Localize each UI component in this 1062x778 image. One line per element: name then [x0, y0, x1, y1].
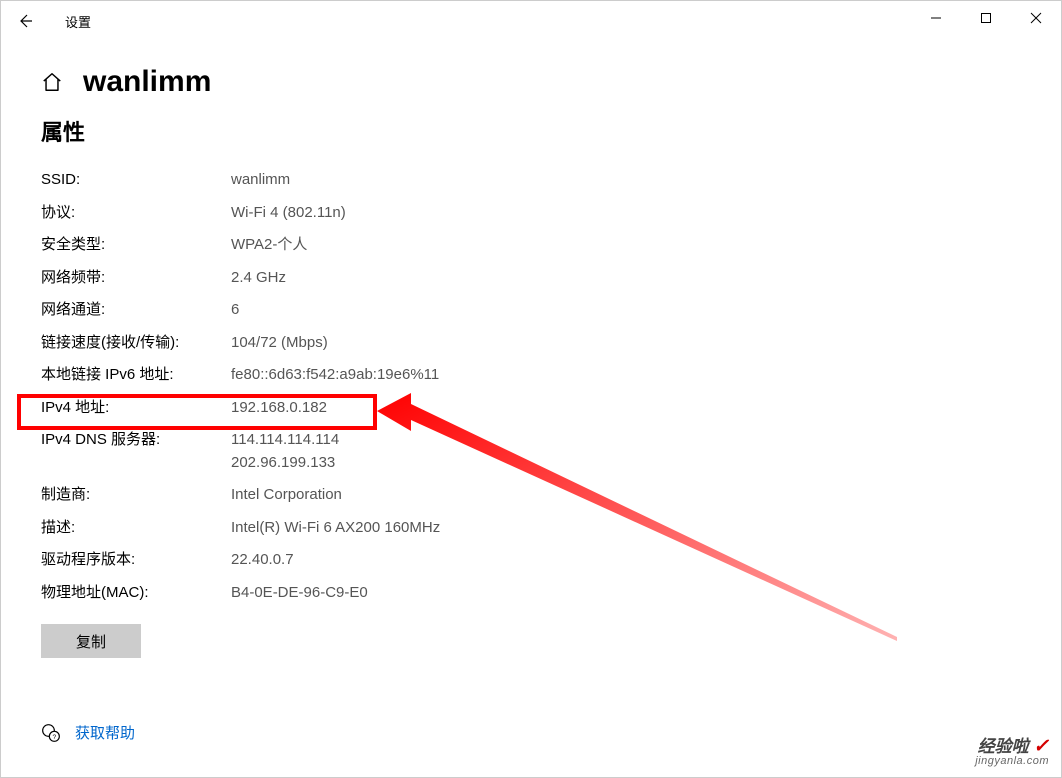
prop-label: 网络频带:	[41, 267, 231, 290]
close-button[interactable]	[1011, 1, 1061, 35]
section-title: 属性	[41, 115, 1021, 147]
content-area: wanlimm 属性 SSID: wanlimm 协议: Wi-Fi 4 (80…	[1, 41, 1061, 743]
prop-value: 22.40.0.7	[231, 549, 294, 572]
prop-row-manufacturer: 制造商: Intel Corporation	[41, 484, 1021, 507]
prop-row-ipv4: IPv4 地址: 192.168.0.182	[41, 397, 1021, 420]
back-button[interactable]	[13, 9, 37, 33]
prop-row-driver: 驱动程序版本: 22.40.0.7	[41, 549, 1021, 572]
watermark-text-bottom: jingyanla.com	[975, 756, 1049, 767]
prop-row-description: 描述: Intel(R) Wi-Fi 6 AX200 160MHz	[41, 517, 1021, 540]
prop-label: IPv4 地址:	[41, 397, 231, 420]
prop-row-channel: 网络通道: 6	[41, 299, 1021, 322]
prop-value: 114.114.114.114 202.96.199.133	[231, 429, 339, 474]
watermark: 经验啦 ✓ jingyanla.com	[975, 737, 1049, 767]
prop-value: 192.168.0.182	[231, 397, 327, 420]
watermark-check-icon: ✓	[1033, 736, 1049, 757]
prop-row-ssid: SSID: wanlimm	[41, 169, 1021, 192]
prop-label: 描述:	[41, 517, 231, 540]
prop-label: 物理地址(MAC):	[41, 582, 231, 605]
prop-row-security: 安全类型: WPA2-个人	[41, 234, 1021, 257]
help-icon: ?	[41, 723, 61, 743]
prop-value: Intel Corporation	[231, 484, 342, 507]
prop-label: SSID:	[41, 169, 231, 192]
prop-label: 网络通道:	[41, 299, 231, 322]
prop-label: 制造商:	[41, 484, 231, 507]
prop-value: 104/72 (Mbps)	[231, 332, 328, 355]
prop-label: 本地链接 IPv6 地址:	[41, 364, 231, 387]
prop-value: Intel(R) Wi-Fi 6 AX200 160MHz	[231, 517, 440, 540]
titlebar: 设置	[1, 1, 1061, 41]
maximize-button[interactable]	[961, 1, 1011, 35]
prop-label: IPv4 DNS 服务器:	[41, 429, 231, 474]
home-icon[interactable]	[41, 71, 63, 93]
svg-text:?: ?	[52, 733, 56, 740]
prop-value: Wi-Fi 4 (802.11n)	[231, 202, 346, 225]
window-title: 设置	[65, 12, 91, 31]
prop-label: 驱动程序版本:	[41, 549, 231, 572]
prop-value: B4-0E-DE-96-C9-E0	[231, 582, 368, 605]
window-controls	[911, 1, 1061, 35]
prop-value: 2.4 GHz	[231, 267, 286, 290]
prop-value: wanlimm	[231, 169, 290, 192]
close-icon	[1030, 12, 1042, 24]
properties-list: SSID: wanlimm 协议: Wi-Fi 4 (802.11n) 安全类型…	[41, 169, 1021, 604]
back-arrow-icon	[17, 13, 33, 29]
prop-value: fe80::6d63:f542:a9ab:19e6%11	[231, 364, 439, 387]
prop-row-dns: IPv4 DNS 服务器: 114.114.114.114 202.96.199…	[41, 429, 1021, 474]
prop-label: 链接速度(接收/传输):	[41, 332, 231, 355]
copy-button[interactable]: 复制	[41, 624, 141, 658]
prop-row-linkspeed: 链接速度(接收/传输): 104/72 (Mbps)	[41, 332, 1021, 355]
prop-value: 6	[231, 299, 239, 322]
prop-row-mac: 物理地址(MAC): B4-0E-DE-96-C9-E0	[41, 582, 1021, 605]
prop-value: WPA2-个人	[231, 234, 307, 257]
prop-label: 安全类型:	[41, 234, 231, 257]
watermark-text-top: 经验啦	[978, 737, 1029, 756]
maximize-icon	[980, 12, 992, 24]
minimize-icon	[930, 12, 942, 24]
help-link[interactable]: 获取帮助	[75, 722, 135, 743]
prop-row-ipv6: 本地链接 IPv6 地址: fe80::6d63:f542:a9ab:19e6%…	[41, 364, 1021, 387]
page-title: wanlimm	[83, 65, 211, 99]
prop-row-protocol: 协议: Wi-Fi 4 (802.11n)	[41, 202, 1021, 225]
help-row: ? 获取帮助	[41, 722, 1021, 743]
prop-row-band: 网络频带: 2.4 GHz	[41, 267, 1021, 290]
minimize-button[interactable]	[911, 1, 961, 35]
page-header: wanlimm	[41, 65, 1021, 99]
prop-label: 协议:	[41, 202, 231, 225]
